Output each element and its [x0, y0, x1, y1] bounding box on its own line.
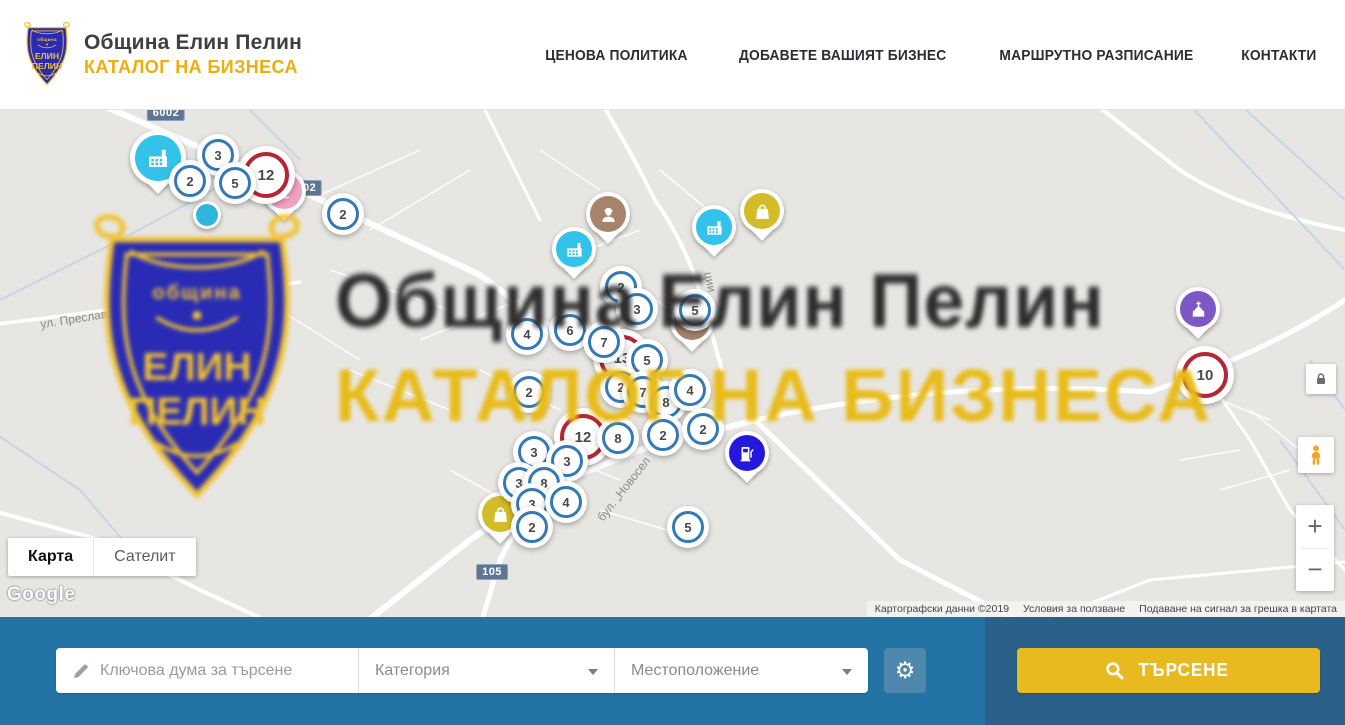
- cluster-marker[interactable]: 2: [508, 371, 550, 413]
- keyword-section: [56, 648, 358, 693]
- attribution-terms-link[interactable]: Условия за ползване: [1023, 603, 1125, 615]
- pin-marker-factory[interactable]: [692, 205, 736, 249]
- map-attribution: Картографски данни ©2019 Условия за полз…: [867, 601, 1345, 617]
- brand-subtitle: КАТАЛОГ НА БИЗНЕСА: [84, 57, 302, 78]
- zoom-out-button[interactable]: −: [1296, 549, 1334, 592]
- lock-control[interactable]: [1306, 364, 1336, 394]
- category-select[interactable]: Категория: [359, 648, 614, 693]
- pin-marker-factory[interactable]: [552, 227, 596, 271]
- location-select[interactable]: Местоположение: [615, 648, 868, 693]
- zoom-control: + −: [1296, 505, 1334, 591]
- search-button-label: ТЪРСЕНЕ: [1139, 660, 1229, 681]
- map-type-map-button[interactable]: Карта: [8, 538, 93, 576]
- lock-icon: [1313, 371, 1329, 387]
- map-type-satellite-button[interactable]: Сателит: [93, 538, 195, 576]
- brand[interactable]: Община Елин Пелин КАТАЛОГ НА БИЗНЕСА: [22, 21, 302, 87]
- cluster-marker[interactable]: 2: [642, 414, 684, 456]
- pegman-icon: [1306, 444, 1326, 466]
- cluster-marker[interactable]: 8: [597, 417, 639, 459]
- cluster-marker[interactable]: 4: [669, 369, 711, 411]
- advanced-settings-button[interactable]: ⚙: [884, 648, 926, 693]
- pegman-control[interactable]: [1298, 437, 1334, 473]
- attribution-copyright: Картографски данни ©2019: [875, 603, 1009, 615]
- keyword-search-input[interactable]: [100, 651, 350, 691]
- map-type-control: Карта Сателит: [8, 538, 196, 576]
- cluster-marker[interactable]: 2: [511, 506, 553, 548]
- cluster-marker[interactable]: 7: [583, 321, 625, 363]
- search-input-group: Категория Местоположение: [56, 648, 868, 693]
- cluster-marker[interactable]: 10: [1176, 346, 1234, 404]
- cluster-marker[interactable]: 5: [214, 162, 256, 204]
- cluster-marker[interactable]: 4: [545, 481, 587, 523]
- zoom-in-button[interactable]: +: [1296, 505, 1334, 548]
- attribution-report-link[interactable]: Подаване на сигнал за грешка в картата: [1139, 603, 1337, 615]
- pin-marker-worker[interactable]: [586, 192, 630, 236]
- page: Община Елин Пелин КАТАЛОГ НА БИЗНЕСА ЦЕН…: [0, 0, 1345, 725]
- google-logo[interactable]: Google: [7, 584, 75, 606]
- brand-title: Община Елин Пелин: [84, 31, 302, 55]
- municipality-crest-icon: [22, 21, 72, 87]
- location-section: Местоположение: [614, 648, 868, 693]
- search-icon: [1105, 661, 1124, 680]
- cluster-marker[interactable]: 2: [682, 408, 724, 450]
- main-nav: ЦЕНОВА ПОЛИТИКА ДОБАВЕТЕ ВАШИЯТ БИЗНЕС М…: [539, 0, 1320, 110]
- pin-marker-church[interactable]: [1176, 287, 1220, 331]
- cluster-marker[interactable]: 2: [322, 193, 364, 235]
- nav-item-add-business[interactable]: ДОБАВЕТЕ ВАШИЯТ БИЗНЕС: [739, 47, 946, 64]
- search-button[interactable]: ТЪРСЕНЕ: [1017, 648, 1320, 693]
- nav-item-transport-schedule[interactable]: МАРШРУТНО РАЗПИСАНИЕ: [1000, 47, 1194, 64]
- nav-item-pricing[interactable]: ЦЕНОВА ПОЛИТИКА: [545, 47, 687, 64]
- cluster-marker[interactable]: 4: [506, 313, 548, 355]
- map-canvas[interactable]: 60026002105 ул. Преславбул. „Новоселции …: [0, 110, 1345, 617]
- cluster-marker[interactable]: 5: [674, 289, 716, 331]
- chevron-down-icon: [588, 669, 598, 675]
- pin-marker-bag[interactable]: [740, 189, 784, 233]
- gear-icon: ⚙: [895, 659, 916, 682]
- header: Община Елин Пелин КАТАЛОГ НА БИЗНЕСА ЦЕН…: [0, 0, 1345, 110]
- search-bar: Категория Местоположение ⚙ ТЪРСЕНЕ: [0, 617, 1345, 725]
- watermark-crest: [83, 210, 311, 506]
- cluster-marker[interactable]: 2: [169, 160, 211, 202]
- pin-marker-fuel[interactable]: [725, 431, 769, 475]
- nav-item-contacts[interactable]: КОНТАКТИ: [1241, 47, 1316, 64]
- cluster-marker[interactable]: 5: [667, 506, 709, 548]
- category-section: Категория: [358, 648, 614, 693]
- chevron-down-icon: [842, 669, 852, 675]
- cluster-marker[interactable]: 3: [616, 288, 658, 330]
- pencil-icon: [72, 662, 90, 680]
